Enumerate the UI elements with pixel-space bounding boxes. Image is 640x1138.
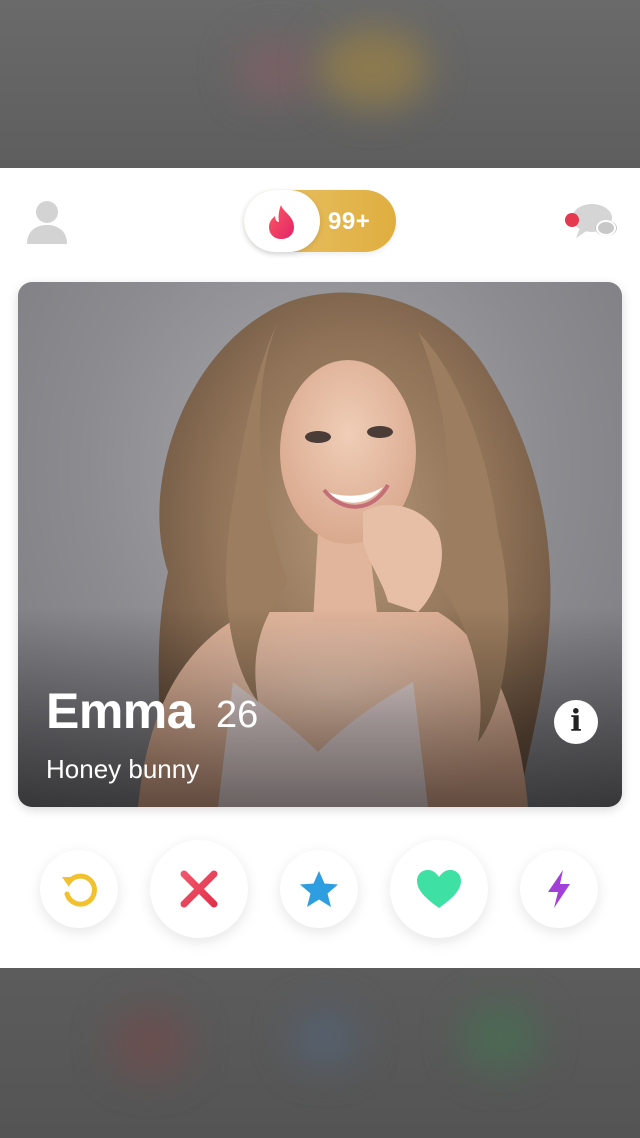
likes-you-toggle[interactable]: 99+ <box>244 190 396 252</box>
blurred-shape <box>318 28 428 108</box>
blurred-background-top <box>0 0 640 168</box>
discover-toggle-pill[interactable] <box>244 190 320 252</box>
rewind-icon <box>62 873 97 907</box>
blurred-background-bottom <box>0 968 640 1138</box>
top-bar: 99+ <box>0 168 640 272</box>
heart-icon <box>417 870 461 908</box>
star-icon <box>300 871 338 907</box>
close-x-icon <box>180 870 218 908</box>
person-icon <box>27 201 67 244</box>
profile-card[interactable]: Emma 26 Honey bunny i <box>18 282 622 807</box>
blurred-shape <box>110 1008 190 1078</box>
super-like-button[interactable] <box>280 850 358 928</box>
info-button[interactable]: i <box>554 700 598 744</box>
messages-button[interactable] <box>562 198 622 246</box>
notification-dot <box>565 213 579 227</box>
lightning-icon <box>548 870 570 908</box>
info-icon: i <box>570 704 582 739</box>
nope-button[interactable] <box>150 840 248 938</box>
likes-count: 99+ <box>328 208 371 235</box>
boost-button[interactable] <box>520 850 598 928</box>
rewind-button[interactable] <box>40 850 118 928</box>
chat-bubbles-icon <box>565 204 617 238</box>
app-stage: 99+ Emma 26 Honey bunny i <box>0 0 640 1138</box>
profile-bio: Honey bunny <box>46 754 200 784</box>
blurred-shape <box>460 1002 540 1072</box>
blurred-shape <box>290 1008 360 1068</box>
profile-age: 26 <box>216 694 259 736</box>
blurred-shape <box>236 40 316 100</box>
flame-icon <box>269 205 294 239</box>
like-button[interactable] <box>390 840 488 938</box>
profile-name: Emma <box>46 683 195 739</box>
action-bar <box>0 836 640 946</box>
swipe-screen: 99+ Emma 26 Honey bunny i <box>0 168 640 968</box>
profile-button[interactable] <box>24 198 70 246</box>
